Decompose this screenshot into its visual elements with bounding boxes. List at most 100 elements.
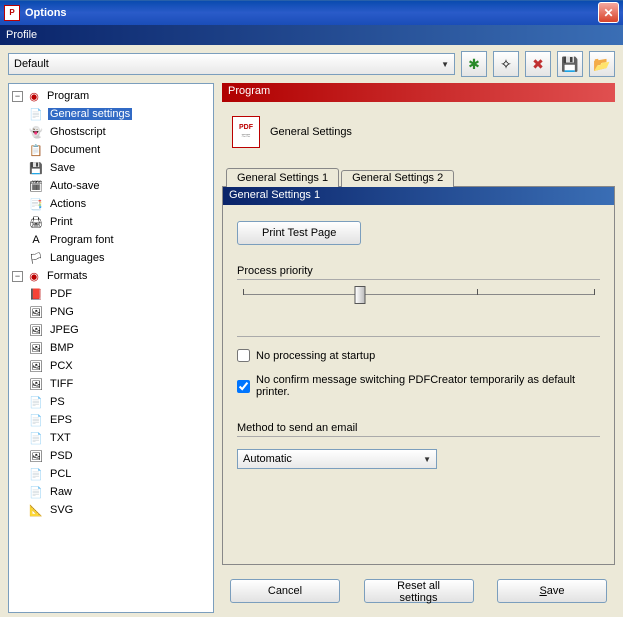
tree-item-svg[interactable]: 📐 SVG <box>26 501 210 519</box>
settings-tree: − ◉ Program 📄 General settings 👻 Ghostscrip… <box>8 83 214 613</box>
tree-item-label: Raw <box>48 486 74 498</box>
process-priority-label: Process priority <box>237 265 600 277</box>
tree-item-ps[interactable]: 📄PS <box>26 393 210 411</box>
tree-item-program-font[interactable]: AProgram font <box>26 231 210 249</box>
tiff-icon: 🖼 <box>28 376 44 392</box>
tree-item-label: PSD <box>48 450 75 462</box>
tree-item-pcl[interactable]: 📄 PCL <box>26 465 210 483</box>
tab-general-settings-1[interactable]: General Settings 1 <box>226 168 339 187</box>
collapse-icon[interactable]: − <box>12 91 23 102</box>
settings-panel: General Settings 1 Print Test Page Proce… <box>222 187 615 565</box>
tree-root-formats[interactable]: − ◉ Formats <box>12 267 210 285</box>
tree-item-save[interactable]: 💾Save <box>26 159 210 177</box>
profile-selected: Default <box>14 58 49 70</box>
content-title-row: PDF ≈≈ General Settings <box>222 102 615 168</box>
no-processing-checkbox[interactable] <box>237 349 250 362</box>
program-icon: ◉ <box>26 88 42 104</box>
divider <box>237 279 600 280</box>
general-settings-icon: 📄 <box>28 106 44 122</box>
jpeg-icon: 🖼 <box>28 322 44 338</box>
save-button[interactable]: Save <box>497 579 607 603</box>
tree-root-program-label: Program <box>45 90 91 102</box>
app-icon: P <box>4 5 20 21</box>
tree-item-general-settings[interactable]: 📄 General settings <box>26 105 210 123</box>
tree-item-jpeg[interactable]: 🖼 JPEG <box>26 321 210 339</box>
tree-root-program[interactable]: − ◉ Program <box>12 87 210 105</box>
tree-item-png[interactable]: 🖼PNG <box>26 303 210 321</box>
ghostscript-icon: 👻 <box>28 124 44 140</box>
txt-icon: 📄 <box>28 430 44 446</box>
tree-item-label: PS <box>48 396 67 408</box>
close-button[interactable]: ✕ <box>598 2 619 23</box>
tree-item-label: Program font <box>48 234 116 246</box>
reset-all-button[interactable]: Reset all settings <box>364 579 474 603</box>
content-section-header: Program <box>222 83 615 102</box>
profile-delete-button[interactable]: ✖ <box>525 51 551 77</box>
tree-item-raw[interactable]: 📄 Raw <box>26 483 210 501</box>
collapse-icon[interactable]: − <box>12 271 23 282</box>
pcx-icon: 🖼 <box>28 358 44 374</box>
cancel-button[interactable]: Cancel <box>230 579 340 603</box>
tree-item-pcx[interactable]: 🖼 PCX <box>26 357 210 375</box>
tree-item-label: TXT <box>48 432 73 444</box>
dialog-footer: Cancel Reset all settings Save <box>222 569 615 613</box>
process-priority-slider[interactable] <box>243 294 594 316</box>
profile-duplicate-button[interactable]: ✧ <box>493 51 519 77</box>
email-method-select[interactable]: Automatic <box>237 449 437 469</box>
divider <box>237 336 600 337</box>
tree-item-txt[interactable]: 📄 TXT <box>26 429 210 447</box>
svg-icon: 📐 <box>28 502 44 518</box>
pdf-icon: PDF ≈≈ <box>232 116 260 148</box>
profile-save-button[interactable]: 💾 <box>557 51 583 77</box>
tree-item-label: TIFF <box>48 378 75 390</box>
tree-item-label: Auto-save <box>48 180 102 192</box>
tree-item-eps[interactable]: 📄 EPS <box>26 411 210 429</box>
actions-icon: 📑 <box>28 196 44 212</box>
tree-item-label: Ghostscript <box>48 126 108 138</box>
tree-item-label: Languages <box>48 252 106 264</box>
tree-root-formats-label: Formats <box>45 270 89 282</box>
print-icon: 🖨 <box>28 214 44 230</box>
slider-thumb[interactable] <box>354 286 365 304</box>
tree-item-languages[interactable]: 🏳 Languages <box>26 249 210 267</box>
no-processing-label: No processing at startup <box>256 350 375 362</box>
tree-item-label: PDF <box>48 288 74 300</box>
document-icon: 📋 <box>28 142 44 158</box>
tree-item-label: BMP <box>48 342 76 354</box>
tree-item-label: PCL <box>48 468 73 480</box>
profile-toolbar: Default ✱ ✧ ✖ 💾 📂 <box>0 45 623 83</box>
profile-folder-button[interactable]: 📂 <box>589 51 615 77</box>
tree-item-label: JPEG <box>48 324 81 336</box>
tree-item-print[interactable]: 🖨 Print <box>26 213 210 231</box>
tree-item-psd[interactable]: 🖼 PSD <box>26 447 210 465</box>
print-test-page-button[interactable]: Print Test Page <box>237 221 361 245</box>
tree-item-label: PCX <box>48 360 75 372</box>
pcl-icon: 📄 <box>28 466 44 482</box>
tree-item-ghostscript[interactable]: 👻 Ghostscript <box>26 123 210 141</box>
tree-item-label: SVG <box>48 504 75 516</box>
tree-item-actions[interactable]: 📑Actions <box>26 195 210 213</box>
panel-header: General Settings 1 <box>223 187 614 205</box>
raw-icon: 📄 <box>28 484 44 500</box>
eps-icon: 📄 <box>28 412 44 428</box>
save-icon: 💾 <box>28 160 44 176</box>
email-method-value: Automatic <box>243 453 292 465</box>
no-confirm-label: No confirm message switching PDFCreator … <box>256 374 600 398</box>
tree-item-label: EPS <box>48 414 74 426</box>
profile-add-button[interactable]: ✱ <box>461 51 487 77</box>
png-icon: 🖼 <box>28 304 44 320</box>
tree-item-document[interactable]: 📋 Document <box>26 141 210 159</box>
languages-icon: 🏳 <box>28 250 44 266</box>
profile-select[interactable]: Default <box>8 53 455 75</box>
tree-item-tiff[interactable]: 🖼 TIFF <box>26 375 210 393</box>
pdf-icon: 📕 <box>28 286 44 302</box>
tree-item-label: Print <box>48 216 75 228</box>
tree-item-bmp[interactable]: 🖼BMP <box>26 339 210 357</box>
tab-general-settings-2[interactable]: General Settings 2 <box>341 170 454 187</box>
tree-item-pdf[interactable]: 📕 PDF <box>26 285 210 303</box>
tree-item-auto-save[interactable]: 🗓Auto-save <box>26 177 210 195</box>
tree-item-label: General settings <box>48 108 132 120</box>
psd-icon: 🖼 <box>28 448 44 464</box>
tree-item-label: Document <box>48 144 102 156</box>
no-confirm-checkbox[interactable] <box>237 380 250 393</box>
